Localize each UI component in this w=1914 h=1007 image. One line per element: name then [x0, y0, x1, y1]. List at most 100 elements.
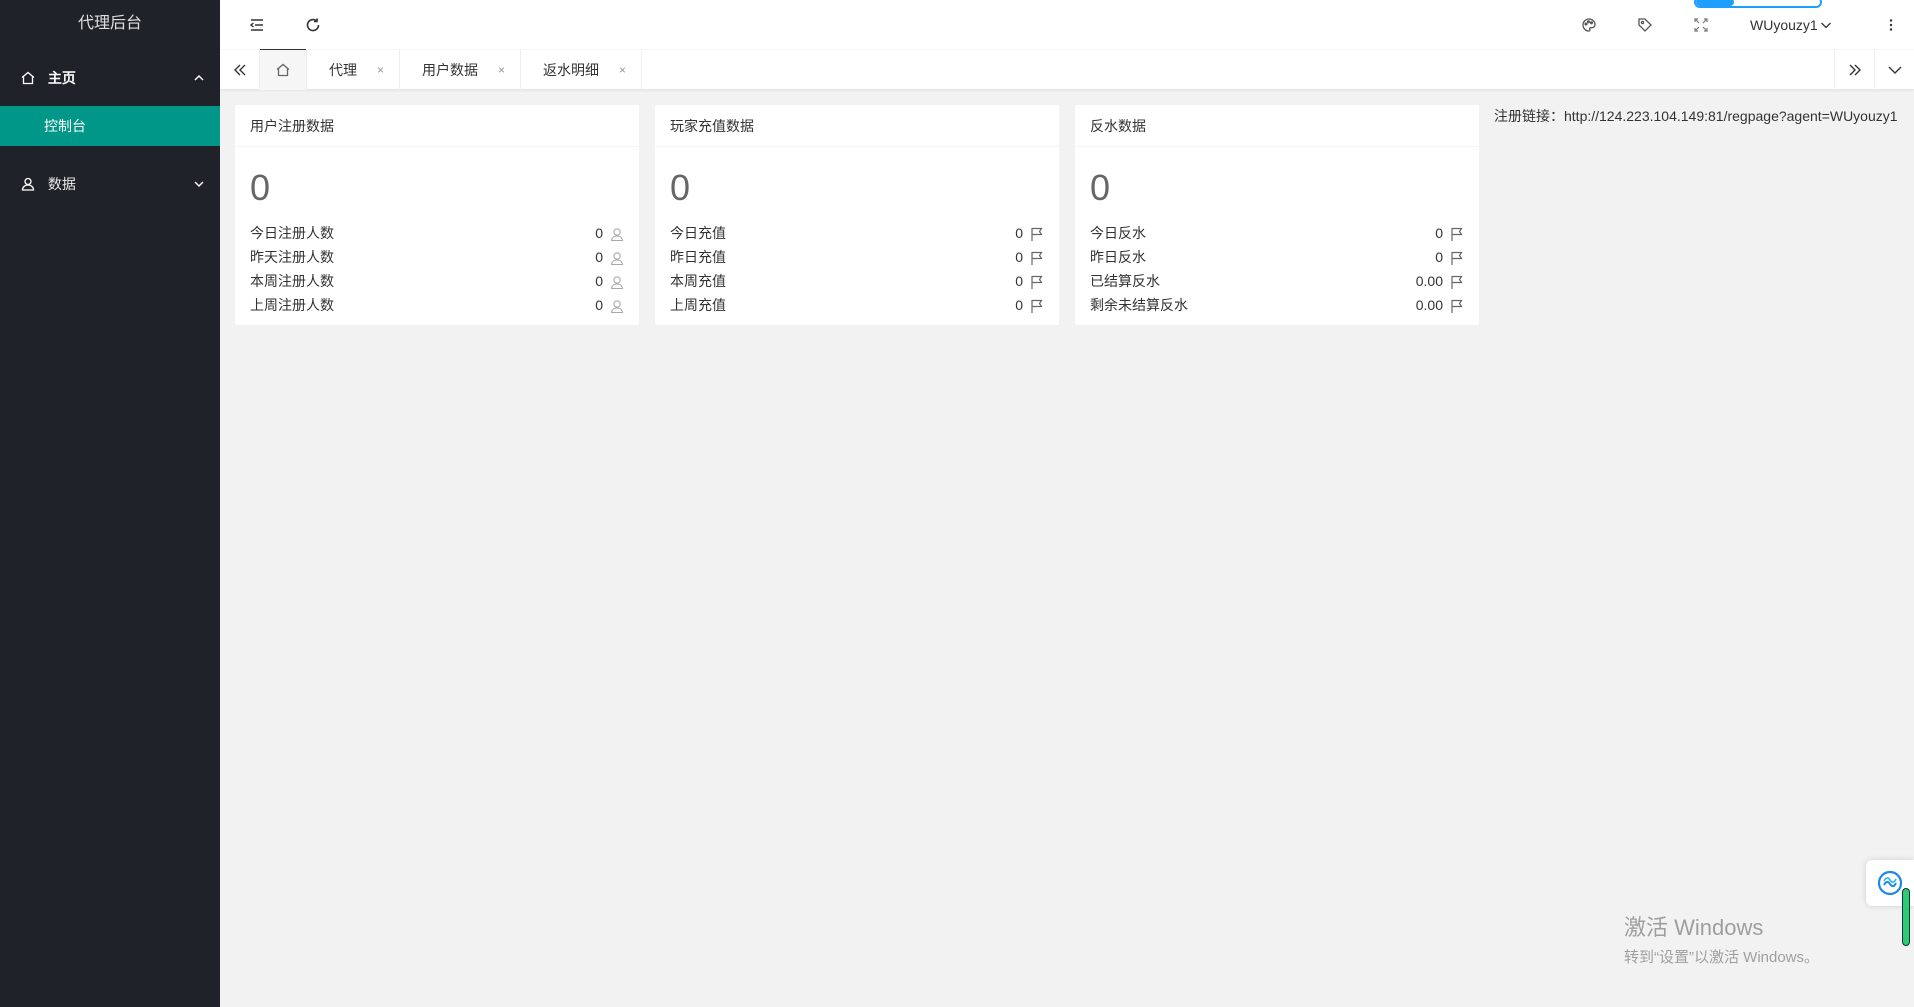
watermark-line1: 激活 Windows [1624, 915, 1764, 940]
user-outline-icon [610, 300, 624, 314]
row-value: 0 [1015, 297, 1023, 313]
app-logo-title: 代理后台 [77, 15, 142, 32]
flag-icon [1451, 251, 1463, 265]
row-value: 0 [1015, 249, 1023, 265]
side-status-bar [1902, 888, 1910, 946]
chevron-down-icon [194, 181, 204, 188]
home-icon [21, 71, 35, 85]
user-registration-card: 用户注册数据 0 今日注册人数 0 昨天注册人数 0 本周注册人数 0 上周注册人数 0 [235, 105, 639, 325]
card-total: 0 [1090, 167, 1111, 208]
theme-button[interactable] [1566, 0, 1612, 50]
card-title: 玩家充值数据 [655, 105, 1059, 147]
home-icon [276, 63, 290, 77]
row-label: 上周充值 [670, 297, 726, 313]
tab-label: 用户数据 [422, 62, 479, 78]
tag-icon [1638, 18, 1652, 32]
flag-icon [1451, 299, 1463, 313]
card-row: 昨天注册人数 0 [235, 245, 639, 269]
flag-icon [1031, 299, 1043, 313]
row-value: 0 [1015, 273, 1023, 289]
card-row: 昨日反水 0 [1075, 245, 1479, 269]
card-total: 0 [670, 167, 691, 208]
tag-button[interactable] [1622, 0, 1668, 50]
row-label: 上周注册人数 [250, 297, 334, 313]
card-row: 剩余未结算反水 0.00 [1075, 293, 1479, 317]
refresh-button[interactable] [290, 0, 336, 50]
row-value: 0 [1435, 225, 1443, 241]
tab-label: 返水明细 [543, 62, 600, 78]
chevron-down-icon [1888, 66, 1901, 74]
sidebar-item-console[interactable]: 控制台 [0, 106, 220, 146]
row-label: 今日反水 [1090, 225, 1146, 241]
close-icon[interactable]: × [377, 50, 384, 90]
user-outline-icon [610, 276, 624, 290]
card-row: 今日反水 0 [1075, 221, 1479, 245]
row-label: 剩余未结算反水 [1090, 297, 1188, 313]
tab-list: 代理 × 用户数据 × 返水明细 × [260, 50, 643, 90]
tab-user-data[interactable]: 用户数据 × [400, 50, 522, 90]
refresh-icon [306, 18, 320, 32]
more-button[interactable] [1868, 0, 1914, 50]
row-label: 本周充值 [670, 273, 726, 289]
chevron-up-icon [194, 74, 204, 81]
card-title: 用户注册数据 [235, 105, 639, 147]
top-header: WUyouzy1 [220, 0, 1914, 51]
flag-icon [1031, 275, 1043, 289]
card-row: 昨日充值 0 [655, 245, 1059, 269]
sidebar-item-home[interactable]: 主页 [0, 50, 220, 106]
row-label: 本周注册人数 [250, 273, 334, 289]
tab-agent[interactable]: 代理 × [307, 50, 401, 90]
double-chevron-left-icon [233, 64, 245, 76]
user-outline-icon [610, 228, 624, 242]
username: WUyouzy1 [1750, 17, 1818, 33]
card-total: 0 [250, 167, 271, 208]
windows-activation-watermark: 激活 Windows 转到“设置”以激活 Windows。 [1624, 910, 1819, 967]
tab-scroll-right-button[interactable] [1834, 50, 1874, 90]
card-row: 今日充值 0 [655, 221, 1059, 245]
user-outline-icon [610, 252, 624, 266]
card-title: 反水数据 [1075, 105, 1479, 147]
menu-collapse-button[interactable] [234, 0, 280, 50]
user-menu[interactable]: WUyouzy1 [1750, 0, 1832, 50]
tab-rebate-detail[interactable]: 返水明细 × [521, 50, 643, 90]
tab-label: 代理 [329, 62, 357, 78]
card-row: 上周充值 0 [655, 293, 1059, 317]
watermark-line2: 转到“设置”以激活 Windows。 [1624, 949, 1820, 966]
registration-link-label: 注册链接： [1494, 108, 1564, 124]
player-recharge-card: 玩家充值数据 0 今日充值 0 昨日充值 0 本周充值 0 上周充值 0 [655, 105, 1059, 325]
close-icon[interactable]: × [498, 50, 505, 90]
row-value: 0 [595, 297, 603, 313]
rebate-card: 反水数据 0 今日反水 0 昨日反水 0 已结算反水 0.00 剩余未结算反水 0.00 [1075, 105, 1479, 325]
row-label: 今日充值 [670, 225, 726, 241]
fullscreen-button[interactable] [1678, 0, 1724, 50]
card-row: 已结算反水 0.00 [1075, 269, 1479, 293]
flag-icon [1031, 251, 1043, 265]
row-label: 昨天注册人数 [250, 249, 334, 265]
double-chevron-right-icon [1849, 64, 1861, 76]
card-row: 本周充值 0 [655, 269, 1059, 293]
row-value: 0.00 [1415, 273, 1443, 289]
close-icon[interactable]: × [619, 50, 626, 90]
user-icon [21, 177, 35, 191]
menu-fold-icon [249, 19, 263, 31]
flag-icon [1451, 275, 1463, 289]
flag-icon [1451, 227, 1463, 241]
tab-menu-button[interactable] [1874, 50, 1914, 90]
registration-link: 注册链接：http://124.223.104.149:81/regpage?a… [1494, 106, 1898, 126]
tab-bar: 代理 × 用户数据 × 返水明细 × [220, 50, 1914, 90]
registration-link-url[interactable]: http://124.223.104.149:81/regpage?agent=… [1564, 108, 1898, 124]
assistant-icon [1877, 870, 1903, 896]
tab-scroll-left-button[interactable] [220, 50, 260, 90]
sidebar-item-label: 数据 [47, 176, 76, 192]
sidebar-item-data[interactable]: 数据 [0, 156, 220, 212]
flag-icon [1031, 227, 1043, 241]
palette-icon [1582, 18, 1596, 32]
row-value: 0 [1435, 249, 1443, 265]
row-value: 0 [595, 249, 603, 265]
sidebar-item-label: 主页 [47, 70, 76, 86]
sidebar: 代理后台 主页 控制台 数据 [0, 0, 220, 1007]
more-vertical-icon [1889, 19, 1893, 31]
tab-home[interactable] [260, 50, 307, 90]
row-value: 0 [595, 225, 603, 241]
row-value: 0 [595, 273, 603, 289]
